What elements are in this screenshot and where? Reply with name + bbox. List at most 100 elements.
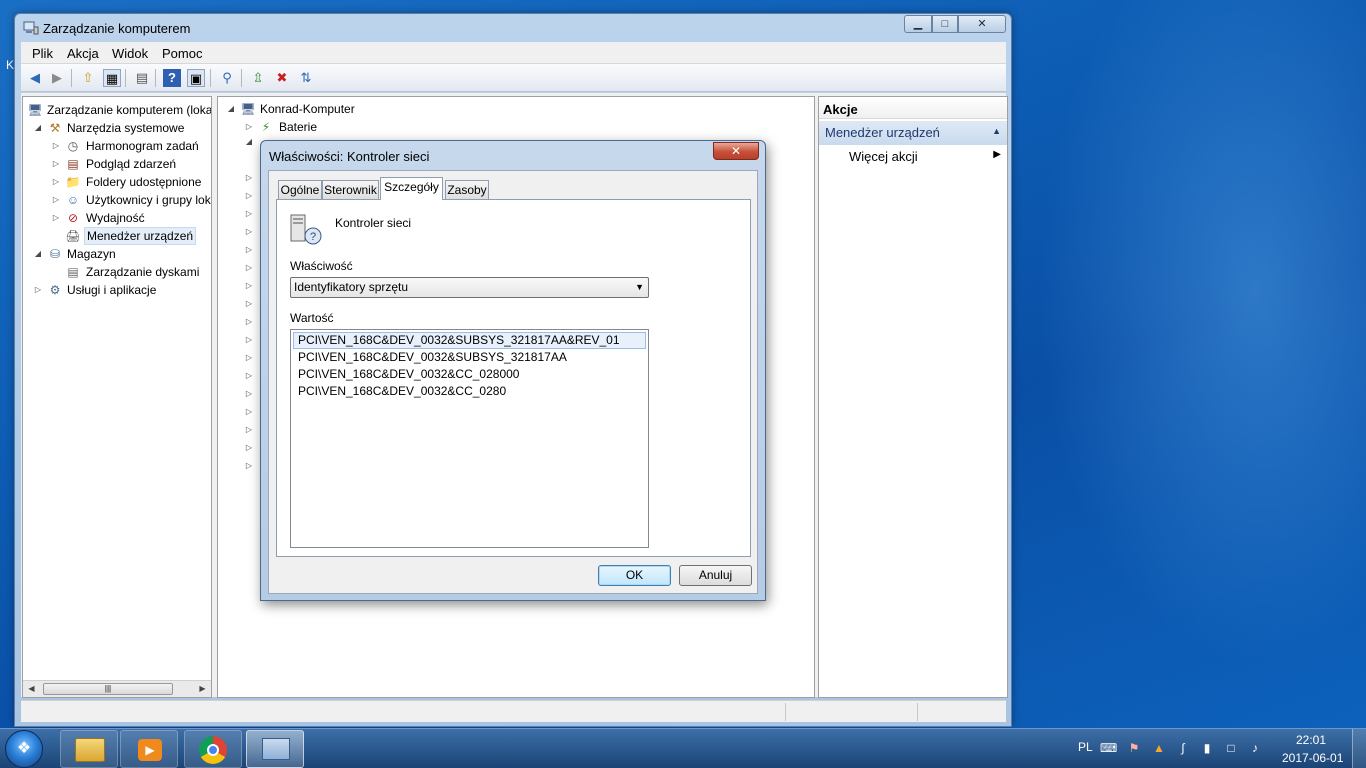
tab-driver[interactable]: Sterownik bbox=[322, 180, 379, 199]
scroll-left-icon[interactable]: ◀ bbox=[23, 681, 40, 697]
tree-item-performance[interactable]: ▷ ⊘ Wydajność bbox=[25, 209, 211, 227]
tree-horizontal-scrollbar[interactable]: ◀ ||| ▶ bbox=[23, 680, 211, 697]
menu-action[interactable]: Akcja bbox=[67, 46, 99, 61]
collapsed-icon[interactable]: ▷ bbox=[51, 137, 61, 155]
minimize-button[interactable]: ▁ bbox=[904, 15, 932, 33]
show-action-pane-icon[interactable]: ▣ bbox=[187, 69, 205, 87]
value-list-item[interactable]: PCI\VEN_168C&DEV_0032&CC_028000 bbox=[293, 366, 646, 383]
scroll-right-icon[interactable]: ▶ bbox=[194, 681, 211, 697]
collapsed-icon[interactable]: ▷ bbox=[244, 353, 254, 362]
close-button[interactable]: ✕ bbox=[958, 15, 1006, 33]
computer-management-icon: 🖥 bbox=[27, 103, 43, 117]
expanded-icon[interactable]: ◢ bbox=[244, 137, 254, 146]
taskbar-app-computer-management[interactable] bbox=[246, 730, 304, 768]
tree-item-task-scheduler[interactable]: ▷ ◷ Harmonogram zadań bbox=[25, 137, 211, 155]
collapsed-icon[interactable]: ▷ bbox=[244, 281, 254, 290]
collapsed-icon[interactable]: ▷ bbox=[244, 407, 254, 416]
value-list-item[interactable]: PCI\VEN_168C&DEV_0032&SUBSYS_321817AA bbox=[293, 349, 646, 366]
device-name: Kontroler sieci bbox=[335, 216, 412, 230]
ok-button[interactable]: OK bbox=[598, 565, 671, 586]
collapsed-icon[interactable]: ▷ bbox=[244, 209, 254, 218]
collapsed-icon[interactable]: ▷ bbox=[244, 191, 254, 200]
taskbar-app-chrome[interactable] bbox=[184, 730, 242, 768]
expanded-icon[interactable]: ◢ bbox=[33, 119, 43, 137]
collapsed-icon[interactable]: ▷ bbox=[51, 155, 61, 173]
dialog-close-button[interactable]: ✕ bbox=[713, 142, 759, 160]
tree-item-system-tools[interactable]: ◢ ⚒ Narzędzia systemowe bbox=[25, 119, 211, 137]
back-icon[interactable]: ◀ bbox=[26, 69, 44, 87]
tree-item-storage[interactable]: ◢ ⛁ Magazyn bbox=[25, 245, 211, 263]
tree-item-disk-management[interactable]: ▤ Zarządzanie dyskami bbox=[25, 263, 211, 281]
collapsed-icon[interactable]: ▷ bbox=[244, 299, 254, 308]
property-select[interactable]: Identyfikatory sprzętu ▼ bbox=[290, 277, 649, 298]
action-center-icon[interactable]: ⚑ bbox=[1126, 741, 1142, 755]
value-list-item[interactable]: PCI\VEN_168C&DEV_0032&SUBSYS_321817AA&RE… bbox=[293, 332, 646, 349]
title-bar[interactable]: Zarządzanie komputerem ▁ □ ✕ bbox=[15, 14, 1011, 42]
expanded-icon[interactable]: ◢ bbox=[226, 100, 236, 118]
battery-icon[interactable]: ▮ bbox=[1199, 741, 1215, 755]
cancel-button[interactable]: Anuluj bbox=[679, 565, 752, 586]
uninstall-icon[interactable]: ✖ bbox=[273, 69, 291, 87]
collapsed-icon[interactable]: ▷ bbox=[244, 227, 254, 236]
taskbar-app-media-player[interactable]: ▶ bbox=[120, 730, 178, 768]
keyboard-icon[interactable]: ⌨ bbox=[1100, 741, 1117, 755]
collapsed-icon[interactable]: ▷ bbox=[33, 281, 43, 299]
value-list-item[interactable]: PCI\VEN_168C&DEV_0032&CC_0280 bbox=[293, 383, 646, 400]
collapsed-icon[interactable]: ▷ bbox=[244, 118, 254, 136]
collapsed-icon[interactable]: ▷ bbox=[244, 461, 254, 470]
scan-hardware-icon[interactable]: ⚲ bbox=[218, 69, 236, 87]
tab-general[interactable]: Ogólne bbox=[278, 180, 322, 199]
tab-details[interactable]: Szczegóły bbox=[380, 177, 443, 200]
update-driver-icon[interactable]: ⇫ bbox=[249, 69, 267, 87]
menu-view[interactable]: Widok bbox=[112, 46, 148, 61]
start-button[interactable]: ❖ bbox=[5, 730, 43, 768]
collapsed-icon[interactable]: ▷ bbox=[51, 173, 61, 191]
collapsed-icon[interactable]: ▷ bbox=[51, 209, 61, 227]
collapsed-icon[interactable]: ▷ bbox=[244, 443, 254, 452]
show-tree-icon[interactable]: ▦ bbox=[103, 69, 121, 87]
clock-time[interactable]: 22:01 bbox=[1296, 733, 1326, 747]
menu-help[interactable]: Pomoc bbox=[162, 46, 202, 61]
tree-item-root[interactable]: 🖥 Zarządzanie komputerem (loka bbox=[25, 101, 211, 119]
more-actions-item[interactable]: Więcej akcji bbox=[849, 149, 918, 164]
taskbar-app-explorer[interactable] bbox=[60, 730, 118, 768]
tree-item-local-users[interactable]: ▷ ☺ Użytkownicy i grupy lok bbox=[25, 191, 211, 209]
scroll-thumb[interactable]: ||| bbox=[43, 683, 173, 695]
collapse-up-icon[interactable]: ▲ bbox=[992, 126, 1001, 136]
up-icon[interactable]: ⇧ bbox=[79, 69, 97, 87]
tree-item-services-apps[interactable]: ▷ ⚙ Usługi i aplikacje bbox=[25, 281, 211, 299]
collapsed-icon[interactable]: ▷ bbox=[244, 425, 254, 434]
expanded-icon[interactable]: ◢ bbox=[33, 245, 43, 263]
clock-date[interactable]: 2017-06-01 bbox=[1282, 751, 1343, 765]
collapsed-icon[interactable]: ▷ bbox=[244, 317, 254, 326]
maximize-button[interactable]: □ bbox=[932, 15, 958, 33]
device-category-batteries[interactable]: ▷ ⚡ Baterie bbox=[226, 118, 526, 136]
enable-device-icon[interactable]: ⇅ bbox=[297, 69, 315, 87]
value-label: Wartość bbox=[290, 311, 334, 325]
collapsed-icon[interactable]: ▷ bbox=[244, 371, 254, 380]
properties-icon[interactable]: ▤ bbox=[133, 69, 151, 87]
menu-file[interactable]: Plik bbox=[32, 46, 53, 61]
warning-icon[interactable]: ▲ bbox=[1151, 741, 1167, 755]
tree-item-shared-folders[interactable]: ▷ 📁 Foldery udostępnione bbox=[25, 173, 211, 191]
language-indicator[interactable]: PL bbox=[1078, 740, 1093, 754]
volume-icon[interactable]: ♪ bbox=[1247, 741, 1263, 755]
show-desktop-button[interactable] bbox=[1352, 729, 1366, 768]
forward-icon[interactable]: ▶ bbox=[48, 69, 66, 87]
network-icon[interactable]: □ bbox=[1223, 741, 1239, 755]
collapsed-icon[interactable]: ▷ bbox=[51, 191, 61, 209]
actions-group-device-manager[interactable]: Menedżer urządzeń ▲ bbox=[819, 121, 1007, 145]
tab-resources[interactable]: Zasoby bbox=[445, 180, 489, 199]
collapsed-icon[interactable]: ▷ bbox=[244, 173, 254, 182]
tree-item-device-manager[interactable]: 🖨 Menedżer urządzeń bbox=[25, 227, 211, 245]
clock-icon: ◷ bbox=[67, 139, 79, 153]
bluetooth-icon[interactable]: ∫ bbox=[1175, 741, 1191, 755]
value-list[interactable]: PCI\VEN_168C&DEV_0032&SUBSYS_321817AA&RE… bbox=[290, 329, 649, 548]
collapsed-icon[interactable]: ▷ bbox=[244, 245, 254, 254]
collapsed-icon[interactable]: ▷ bbox=[244, 263, 254, 272]
collapsed-icon[interactable]: ▷ bbox=[244, 389, 254, 398]
collapsed-icon[interactable]: ▷ bbox=[244, 335, 254, 344]
tree-item-event-viewer[interactable]: ▷ ▤ Podgląd zdarzeń bbox=[25, 155, 211, 173]
help-icon[interactable]: ? bbox=[163, 69, 181, 87]
device-tree-root[interactable]: ◢ 🖥 Konrad-Komputer bbox=[226, 100, 526, 118]
